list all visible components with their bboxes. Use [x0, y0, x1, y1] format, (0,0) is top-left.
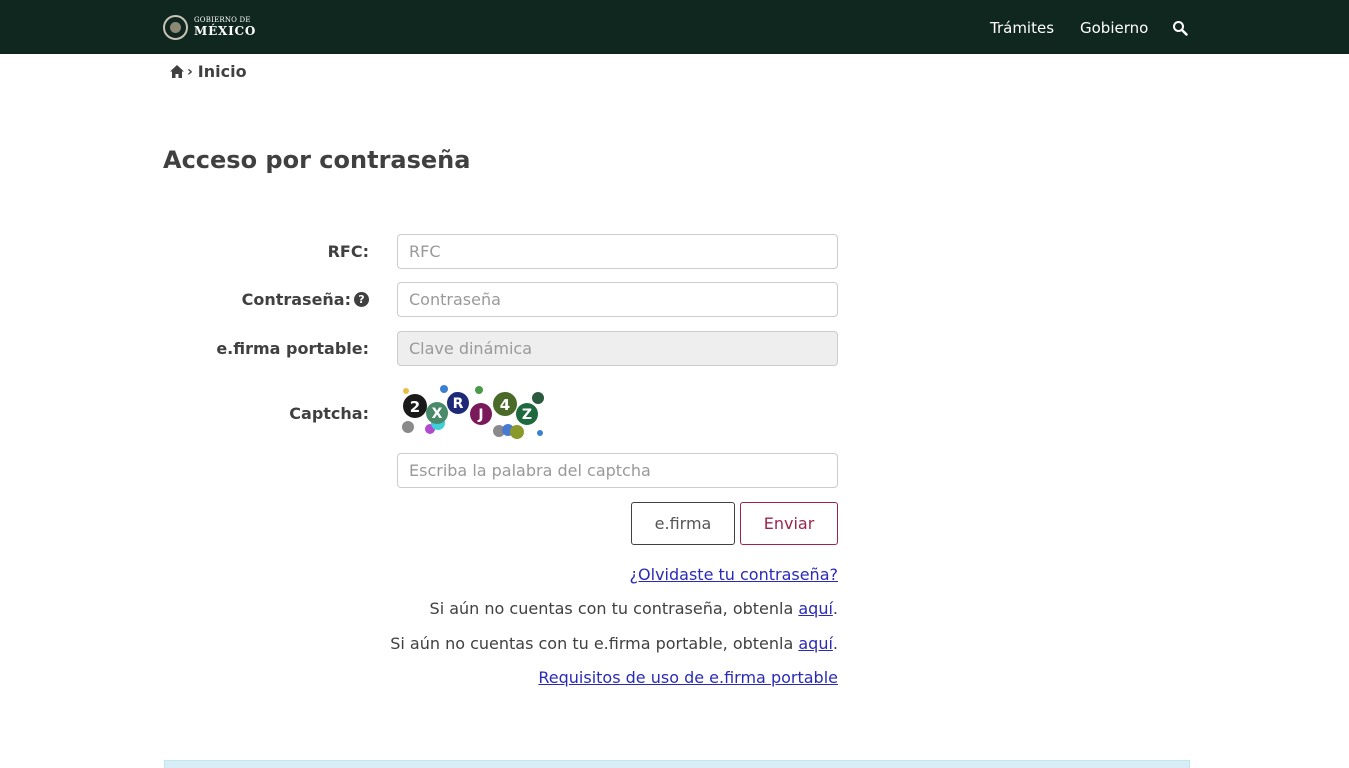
breadcrumb-separator: › — [187, 63, 193, 80]
rfc-label: RFC: — [327, 242, 369, 261]
page-title: Acceso por contraseña — [163, 146, 471, 174]
search-icon[interactable] — [1172, 20, 1188, 36]
captcha-image: 2 X R J 4 Z — [402, 385, 544, 439]
top-navbar: GOBIERNO DE MÉXICO Trámites Gobierno — [0, 0, 1349, 54]
svg-text:X: X — [432, 406, 443, 422]
requirements-row: Requisitos de uso de e.firma portable — [538, 668, 838, 687]
password-label-group: Contraseña: ? — [242, 290, 369, 309]
breadcrumb-current: Inicio — [197, 62, 247, 81]
svg-text:2: 2 — [410, 398, 420, 416]
seal-icon — [163, 14, 188, 40]
forgot-password-row: ¿Olvidaste tu contraseña? — [630, 565, 838, 584]
nav-gobierno[interactable]: Gobierno — [1080, 19, 1148, 37]
gobierno-logo[interactable]: GOBIERNO DE MÉXICO — [163, 13, 256, 41]
breadcrumb: › Inicio — [170, 62, 247, 81]
get-password-link[interactable]: aquí — [798, 599, 833, 618]
info-alert-box — [164, 760, 1190, 768]
nav-tramites[interactable]: Trámites — [990, 19, 1054, 37]
efirma-button[interactable]: e.firma — [631, 502, 735, 545]
logo-line1: GOBIERNO DE — [194, 16, 251, 24]
period: . — [832, 634, 838, 653]
svg-text:Z: Z — [522, 407, 532, 423]
get-password-text: Si aún no cuentas con tu contraseña, obt… — [429, 599, 799, 618]
password-input[interactable] — [397, 282, 838, 317]
enviar-button[interactable]: Enviar — [740, 502, 838, 545]
efirma-label: e.firma portable: — [216, 339, 369, 358]
get-password-row: Si aún no cuentas con tu contraseña, obt… — [430, 599, 838, 618]
period: . — [832, 599, 838, 618]
home-icon[interactable] — [170, 65, 184, 78]
help-icon[interactable]: ? — [354, 292, 369, 307]
svg-text:J: J — [477, 407, 483, 423]
get-efirma-row: Si aún no cuentas con tu e.firma portabl… — [390, 634, 838, 653]
captcha-input[interactable] — [397, 453, 838, 488]
forgot-password-link[interactable]: ¿Olvidaste tu contraseña? — [630, 565, 838, 584]
captcha-label: Captcha: — [289, 404, 369, 423]
efirma-requirements-link[interactable]: Requisitos de uso de e.firma portable — [538, 668, 838, 687]
svg-text:4: 4 — [500, 396, 510, 414]
svg-text:R: R — [453, 396, 464, 412]
rfc-input[interactable] — [397, 234, 838, 269]
get-efirma-text: Si aún no cuentas con tu e.firma portabl… — [390, 634, 799, 653]
efirma-dynamic-key-input — [397, 331, 838, 366]
logo-text: GOBIERNO DE MÉXICO — [194, 16, 257, 38]
get-efirma-link[interactable]: aquí — [798, 634, 833, 653]
password-label: Contraseña: — [241, 290, 351, 309]
logo-line2: MÉXICO — [194, 24, 257, 38]
